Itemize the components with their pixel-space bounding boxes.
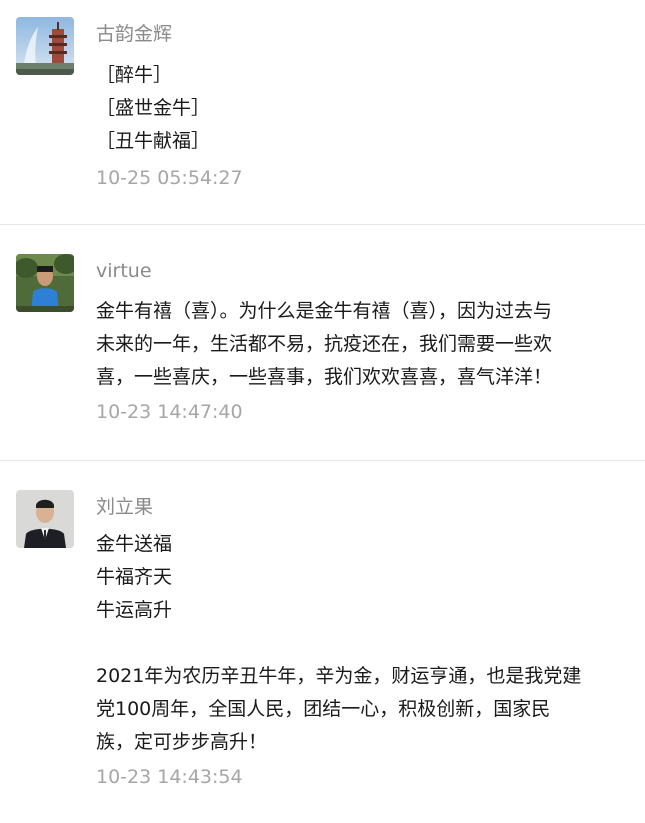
person-outdoor-avatar-image [16, 254, 74, 312]
comment-timestamp: 10-23 14:43:54 [96, 766, 243, 788]
comment-text: 金牛有禧（喜）。为什么是金牛有禧（喜），因为过去与 未来的一年，生活都不易，抗疫… [96, 295, 633, 394]
comment-timestamp: 10-25 05:54:27 [96, 167, 243, 189]
comment-line: 金牛有禧（喜）。为什么是金牛有禧（喜），因为过去与 [96, 300, 553, 322]
comment-line: 2021年为农历辛丑牛年，辛为金，财运亨通，也是我党建 [96, 665, 582, 687]
commenter-name[interactable]: virtue [96, 259, 633, 283]
comment-timestamp: 10-23 14:47:40 [96, 401, 243, 423]
pagoda-fountain-avatar-image [16, 17, 74, 75]
comment-text: 金牛送福 牛福齐天 牛运高升 2021年为农历辛丑牛年，辛为金，财运亨通，也是我… [96, 528, 633, 759]
comment-line: 族，定可步步高升！ [96, 731, 268, 753]
comment-text: ［醉牛］ ［盛世金牛］ ［丑牛献福］ [96, 59, 633, 158]
comment-line: 牛运高升 [96, 599, 173, 621]
avatar[interactable] [16, 17, 74, 75]
avatar[interactable] [16, 490, 74, 548]
comment-item: 刘立果 金牛送福 牛福齐天 牛运高升 2021年为农历辛丑牛年，辛为金，财运亨通… [0, 460, 645, 823]
person-suit-avatar-image [16, 490, 74, 548]
comment-line: 党100周年，全国人民，团结一心，积极创新，国家民 [96, 698, 551, 720]
comment-item: 古韵金辉 ［醉牛］ ［盛世金牛］ ［丑牛献福］ 10-25 05:54:27 [0, 0, 645, 225]
commenter-name[interactable]: 古韵金辉 [96, 22, 633, 46]
comment-line: 金牛送福 [96, 533, 173, 555]
avatar[interactable] [16, 254, 74, 312]
comment-line: ［盛世金牛］ [96, 97, 211, 119]
comment-line: ［丑牛献福］ [96, 130, 211, 152]
comment-line: 喜，一些喜庆，一些喜事，我们欢欢喜喜，喜气洋洋！ [96, 366, 553, 388]
comment-line: ［醉牛］ [96, 64, 173, 86]
comment-line: 牛福齐天 [96, 566, 173, 588]
commenter-name[interactable]: 刘立果 [96, 495, 633, 519]
comment-item: virtue 金牛有禧（喜）。为什么是金牛有禧（喜），因为过去与 未来的一年，生… [0, 224, 645, 461]
comment-line: 未来的一年，生活都不易，抗疫还在，我们需要一些欢 [96, 333, 553, 355]
